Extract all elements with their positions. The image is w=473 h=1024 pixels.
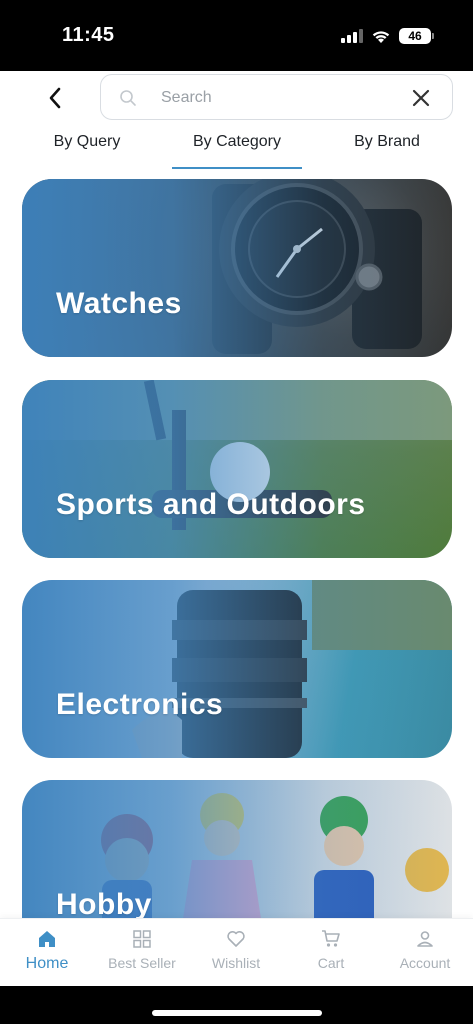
category-label: Watches xyxy=(56,287,182,320)
nav-label: Account xyxy=(399,955,451,971)
cart-icon xyxy=(322,930,340,947)
close-icon[interactable] xyxy=(410,87,432,109)
search-input[interactable] xyxy=(161,85,391,111)
tab-by-brand[interactable]: By Brand xyxy=(338,133,436,169)
nav-wishlist[interactable]: Wishlist xyxy=(189,929,283,971)
nav-label: Home xyxy=(25,955,69,972)
user-icon xyxy=(417,931,433,947)
home-indicator-area xyxy=(0,986,473,1024)
card-overlay xyxy=(22,179,452,357)
category-label: Sports and Outdoors xyxy=(56,488,366,521)
nav-account[interactable]: Account xyxy=(378,929,472,971)
tab-bar: By Query By Category By Brand xyxy=(0,133,473,169)
status-bar: 11:45 46 xyxy=(0,0,473,71)
home-indicator[interactable] xyxy=(152,1010,322,1016)
back-button[interactable] xyxy=(40,83,70,113)
category-card-sports-and-outdoors[interactable]: Sports and Outdoors xyxy=(22,380,452,558)
app-screen: By Query By Category By Brand Watch xyxy=(0,71,473,986)
signal-icon xyxy=(341,29,363,43)
tab-label: By Query xyxy=(53,133,121,150)
heart-icon xyxy=(227,931,245,947)
category-card-watches[interactable]: Watches xyxy=(22,179,452,357)
nav-label: Cart xyxy=(317,955,345,971)
tab-by-category[interactable]: By Category xyxy=(172,133,302,169)
card-overlay xyxy=(22,380,452,558)
tab-by-query[interactable]: By Query xyxy=(40,133,134,169)
search-icon xyxy=(120,90,136,106)
battery-icon: 46 xyxy=(399,28,434,44)
nav-best-seller[interactable]: Best Seller xyxy=(95,929,189,971)
tab-label: By Category xyxy=(192,133,282,150)
card-overlay xyxy=(22,580,452,758)
nav-home[interactable]: Home xyxy=(0,929,94,973)
category-label: Electronics xyxy=(56,688,224,721)
search-box[interactable] xyxy=(100,74,453,120)
home-icon xyxy=(39,931,55,947)
category-card-electronics[interactable]: Electronics xyxy=(22,580,452,758)
grid-icon xyxy=(133,930,151,948)
chevron-left-icon xyxy=(49,87,61,109)
category-label: Hobby xyxy=(56,888,152,921)
nav-cart[interactable]: Cart xyxy=(284,929,378,971)
status-time: 11:45 xyxy=(62,24,115,46)
status-icons: 46 xyxy=(341,28,434,44)
bottom-nav: Home Best Seller Wishlist Cart Account xyxy=(0,918,473,986)
battery-level: 46 xyxy=(408,29,422,43)
top-bar xyxy=(0,71,473,127)
nav-label: Best Seller xyxy=(108,955,176,971)
nav-label: Wishlist xyxy=(211,955,261,971)
wifi-icon xyxy=(372,30,390,43)
tab-label: By Brand xyxy=(354,133,420,150)
